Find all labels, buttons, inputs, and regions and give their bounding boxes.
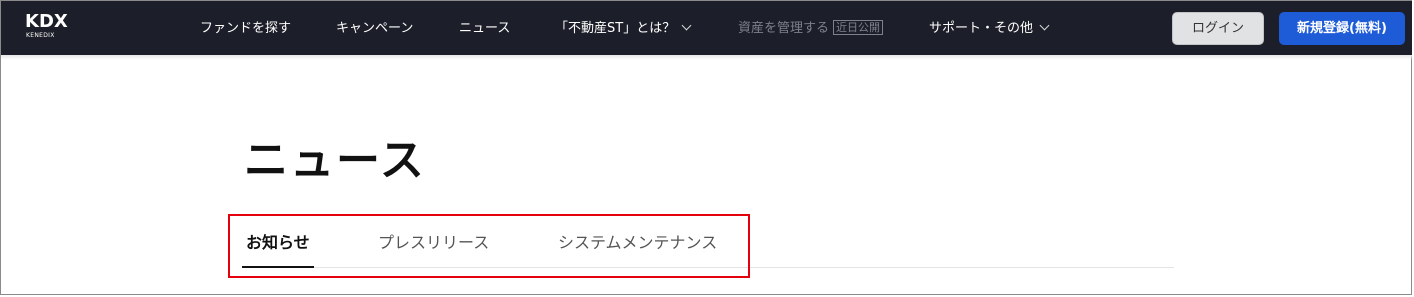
header-shadow <box>1 55 1412 60</box>
nav-manage-assets: 資産を管理する 近日公開 <box>738 1 884 55</box>
nav-support-other-label: サポート・その他 <box>929 21 1034 36</box>
chevron-down-icon <box>1039 20 1050 31</box>
nav-news-label: ニュース <box>459 21 511 36</box>
nav-manage-assets-label: 資産を管理する <box>738 21 830 36</box>
annotation-highlight-box <box>228 214 750 278</box>
nav-about-st-label: 「不動産ST」とは？ <box>555 21 676 36</box>
kdx-logo[interactable]: KDX KENEDIX <box>25 12 85 44</box>
nav-find-funds[interactable]: ファンドを探す <box>200 1 291 55</box>
register-button[interactable]: 新規登録(無料) <box>1279 12 1405 45</box>
chevron-down-icon <box>681 20 692 31</box>
logo-subtext: KENEDIX <box>26 32 55 39</box>
nav-support-other[interactable]: サポート・その他 <box>929 1 1050 55</box>
nav-campaign[interactable]: キャンペーン <box>336 1 413 55</box>
nav-news[interactable]: ニュース <box>459 1 510 55</box>
logo-text: KDX <box>25 11 68 32</box>
nav-about-st[interactable]: 「不動産ST」とは？ <box>555 1 692 55</box>
coming-soon-badge: 近日公開 <box>833 20 884 35</box>
nav-campaign-label: キャンペーン <box>336 21 414 36</box>
page-title: ニュース <box>244 135 426 186</box>
site-header: KDX KENEDIX ファンドを探す キャンペーン ニュース 「不動産ST」と… <box>1 1 1412 55</box>
login-button[interactable]: ログイン <box>1172 12 1264 45</box>
nav-find-funds-label: ファンドを探す <box>200 21 292 36</box>
